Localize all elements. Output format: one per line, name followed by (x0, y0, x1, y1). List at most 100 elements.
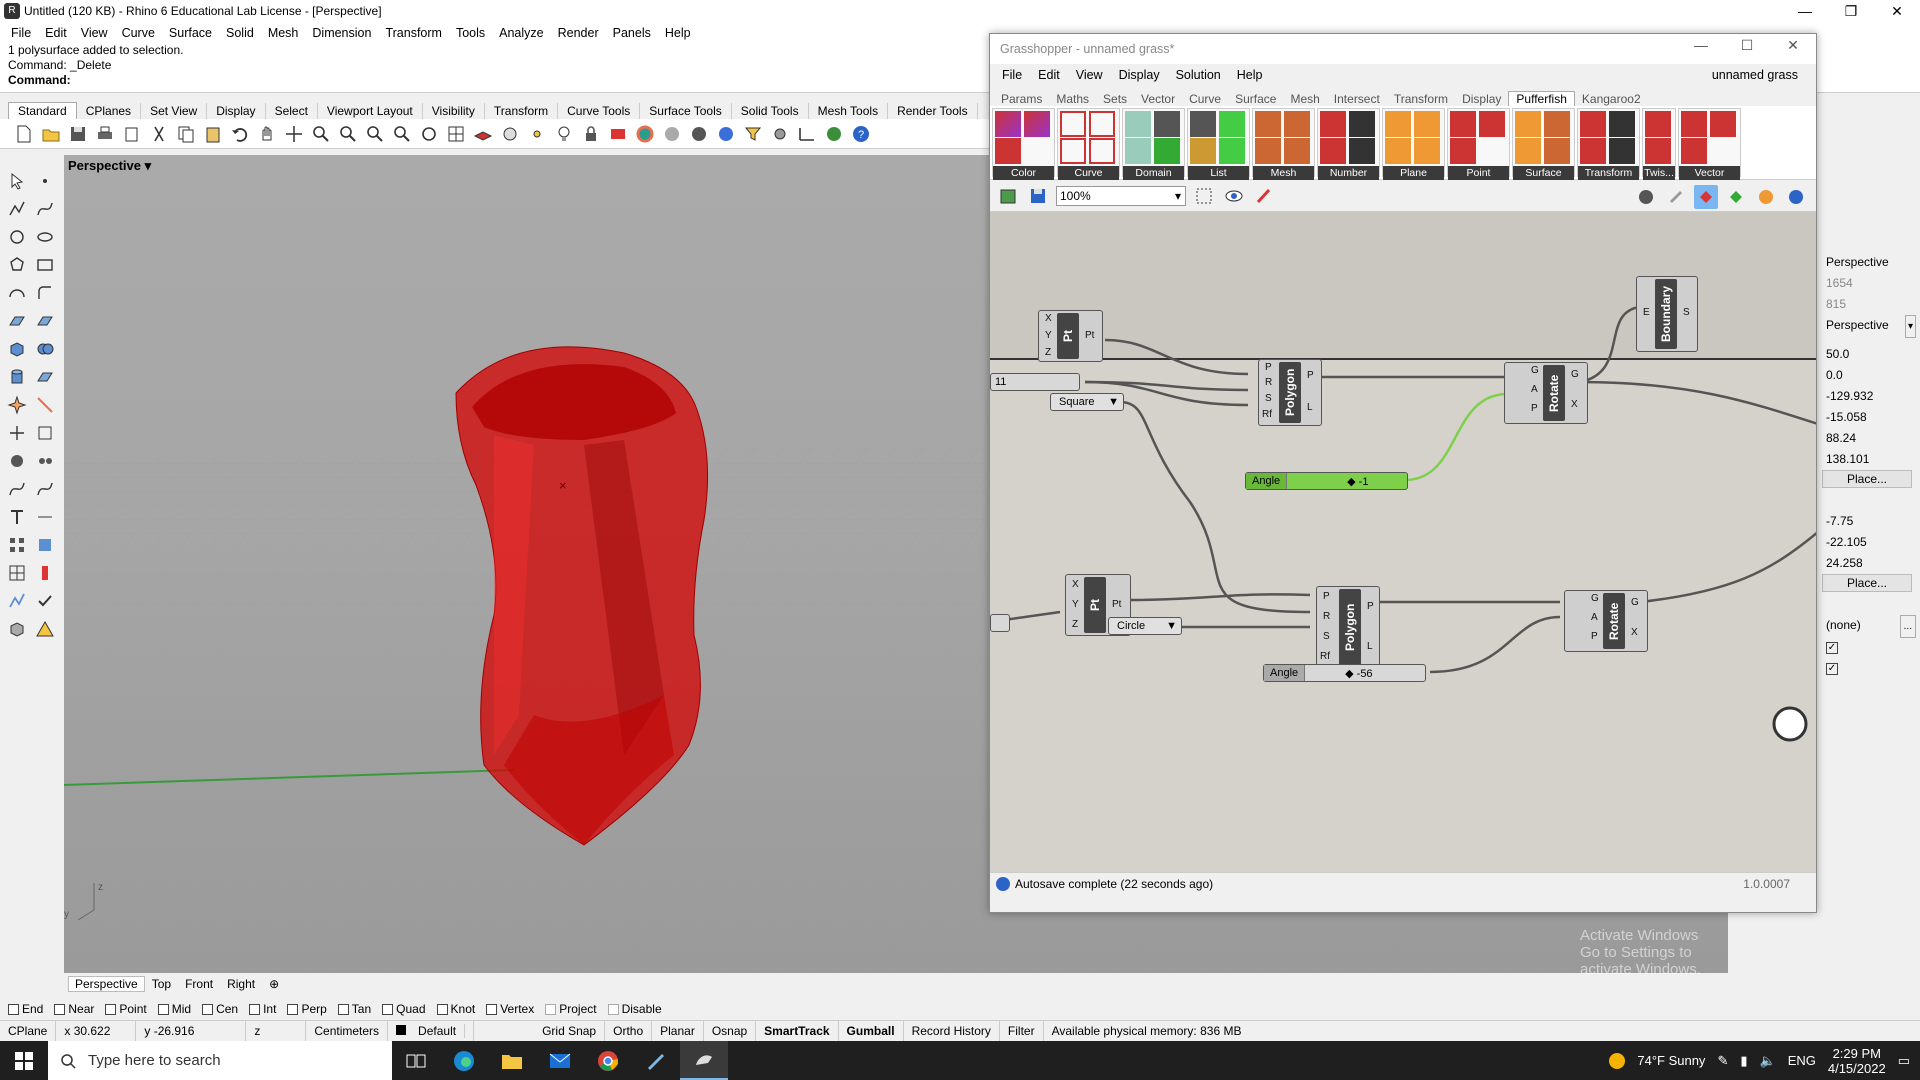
circle-icon[interactable] (3, 223, 31, 251)
status-osnap[interactable]: Osnap (704, 1020, 757, 1042)
gh-menu-edit[interactable]: Edit (1030, 68, 1068, 82)
cylinder-icon[interactable] (3, 363, 31, 391)
osnap-mid[interactable]: Mid (157, 1002, 191, 1016)
rectangle-icon[interactable] (31, 251, 59, 279)
prop-checkbox-gray[interactable]: ✓ (1816, 657, 1920, 678)
status-grid-snap[interactable]: Grid Snap (534, 1020, 606, 1042)
osnap-tan[interactable]: Tan (337, 1002, 371, 1016)
gh-tab-vector[interactable]: Vector (1134, 92, 1182, 106)
osnap-near[interactable]: Near (54, 1002, 94, 1016)
tab-select[interactable]: Select (266, 103, 318, 119)
gh-node-polygon-1[interactable]: P R S Rf Polygon P L (1258, 359, 1322, 426)
menu-panels[interactable]: Panels (606, 26, 658, 40)
ribbon-group-number[interactable]: Number (1317, 108, 1380, 180)
osnap-cen[interactable]: Cen (202, 1002, 238, 1016)
gh-valuelist-circle[interactable]: Circle ▼ (1108, 617, 1182, 635)
tab-display[interactable]: Display (207, 103, 266, 119)
prop-rotation[interactable]: 0.0 (1816, 365, 1920, 386)
ribbon-group-twist[interactable]: Twis... (1642, 108, 1676, 180)
print-icon[interactable] (93, 122, 117, 146)
tab-transform[interactable]: Transform (485, 103, 559, 119)
ribbon-group-transform[interactable]: Transform (1577, 108, 1640, 180)
gh-tab-transform[interactable]: Transform (1387, 92, 1455, 106)
copy-icon[interactable] (174, 122, 198, 146)
rhino-taskbar-icon[interactable] (680, 1041, 728, 1080)
gh-menu-help[interactable]: Help (1229, 68, 1271, 82)
taskbar-search[interactable]: Type here to search (48, 1041, 392, 1080)
ribbon-group-color[interactable]: Color (992, 108, 1055, 180)
gh-menu-file[interactable]: File (994, 68, 1030, 82)
language-indicator[interactable]: ENG (1788, 1053, 1816, 1068)
chrome-icon[interactable] (584, 1041, 632, 1080)
options-icon[interactable] (768, 122, 792, 146)
history-icon[interactable] (31, 559, 59, 587)
status-layer[interactable]: Default (388, 1020, 475, 1042)
gh-node-polygon-2[interactable]: P R S Rf Polygon P L (1316, 586, 1380, 668)
network-icon[interactable]: ▮ (1740, 1053, 1747, 1069)
menu-surface[interactable]: Surface (162, 26, 219, 40)
gh-sketch-icon[interactable] (1252, 184, 1276, 208)
status-smarttrack[interactable]: SmartTrack (756, 1020, 839, 1042)
dimension-tool-icon[interactable] (31, 503, 59, 531)
rebuild-icon[interactable] (31, 475, 59, 503)
material-ball-icon[interactable] (3, 447, 31, 475)
file-explorer-icon[interactable] (488, 1041, 536, 1080)
gh-tab-surface[interactable]: Surface (1228, 92, 1283, 106)
gh-node-rotate-1[interactable]: G A P Rotate G X (1504, 362, 1588, 424)
app-icon[interactable] (632, 1041, 680, 1080)
gh-canvas[interactable]: X Y Z Pt Pt 11 Square ▼ P R S Rf Polygon … (990, 212, 1816, 872)
ribbon-group-mesh[interactable]: Mesh (1252, 108, 1315, 180)
osnap-end[interactable]: End (8, 1002, 43, 1016)
text-icon[interactable] (3, 503, 31, 531)
zoom-selected-icon[interactable] (390, 122, 414, 146)
move-icon[interactable] (3, 419, 31, 447)
tab-mesh-tools[interactable]: Mesh Tools (809, 103, 889, 119)
arc-icon[interactable] (3, 279, 31, 307)
menu-view[interactable]: View (74, 26, 115, 40)
minimize-button[interactable]: — (1782, 0, 1828, 22)
osnap-perp[interactable]: Perp (287, 1002, 327, 1016)
osnap-point[interactable]: Point (105, 1002, 147, 1016)
gh-display-mode-icon[interactable] (1784, 185, 1808, 209)
menu-analyze[interactable]: Analyze (492, 26, 550, 40)
edge-icon[interactable] (440, 1041, 488, 1080)
prop-cam-x[interactable]: -129.932 (1816, 386, 1920, 407)
prop-lens[interactable]: 50.0 (1816, 344, 1920, 365)
fillet-icon[interactable] (31, 279, 59, 307)
place-camera-button[interactable]: Place... (1822, 470, 1912, 488)
gh-angle-slider-2[interactable]: Angle ◆ -56 (1263, 664, 1426, 682)
status-planar[interactable]: Planar (652, 1020, 704, 1042)
mesh-icon[interactable] (31, 363, 59, 391)
array-icon[interactable] (3, 531, 31, 559)
osnap-int[interactable]: Int (249, 1002, 276, 1016)
prop-wallpaper[interactable]: (none)... (1816, 615, 1920, 638)
gh-minimize-button[interactable]: — (1678, 34, 1724, 56)
box-icon[interactable] (3, 335, 31, 363)
menu-tools[interactable]: Tools (449, 26, 492, 40)
shade-icon[interactable] (498, 122, 522, 146)
wallpaper-browse-button[interactable]: ... (1899, 615, 1916, 638)
gh-node-boundary[interactable]: E Boundary S (1636, 276, 1698, 352)
tab-surface-tools[interactable]: Surface Tools (640, 103, 732, 119)
menu-edit[interactable]: Edit (38, 26, 74, 40)
task-view-icon[interactable] (392, 1041, 440, 1080)
gh-node-pt-1[interactable]: X Y Z Pt Pt (1038, 310, 1103, 362)
gh-wireframe-icon[interactable] (1634, 185, 1658, 209)
block-icon[interactable] (31, 531, 59, 559)
curve-icon[interactable] (31, 195, 59, 223)
menu-transform[interactable]: Transform (378, 26, 449, 40)
osnap-vertex[interactable]: Vertex (486, 1002, 534, 1016)
check-icon[interactable] (31, 587, 59, 615)
gh-menu-solution[interactable]: Solution (1168, 68, 1229, 82)
gh-preview-icon[interactable] (1222, 184, 1246, 208)
zoom-extents-icon[interactable] (363, 122, 387, 146)
render-icon[interactable] (687, 122, 711, 146)
start-button[interactable] (0, 1041, 48, 1080)
gh-menu-display[interactable]: Display (1111, 68, 1168, 82)
gh-zoom-select[interactable]: 100% ▾ (1056, 185, 1186, 206)
osnap-project[interactable]: Project (545, 1002, 597, 1016)
gh-bake-icon[interactable] (1724, 185, 1748, 209)
prop-cam-dist[interactable]: 138.101 (1816, 449, 1920, 470)
ribbon-group-plane[interactable]: Plane (1382, 108, 1445, 180)
gh-document-name[interactable]: unnamed grass (1704, 68, 1806, 82)
